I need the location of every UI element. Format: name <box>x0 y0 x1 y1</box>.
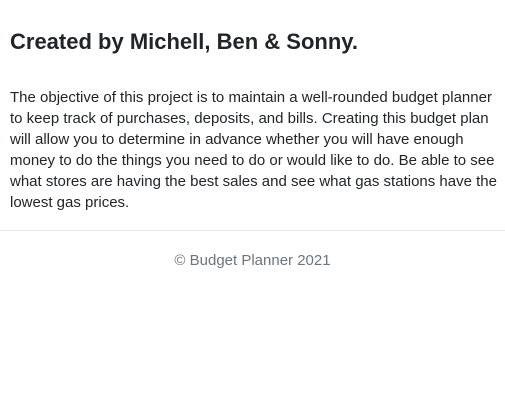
copyright-text: © Budget Planner 2021 <box>174 252 331 269</box>
page-footer: © Budget Planner 2021 <box>0 231 505 271</box>
project-description: The objective of this project is to main… <box>10 89 497 211</box>
main-content: Created by Michell, Ben & Sonny. The obj… <box>0 0 505 213</box>
credits-heading: Created by Michell, Ben & Sonny. <box>10 29 358 54</box>
